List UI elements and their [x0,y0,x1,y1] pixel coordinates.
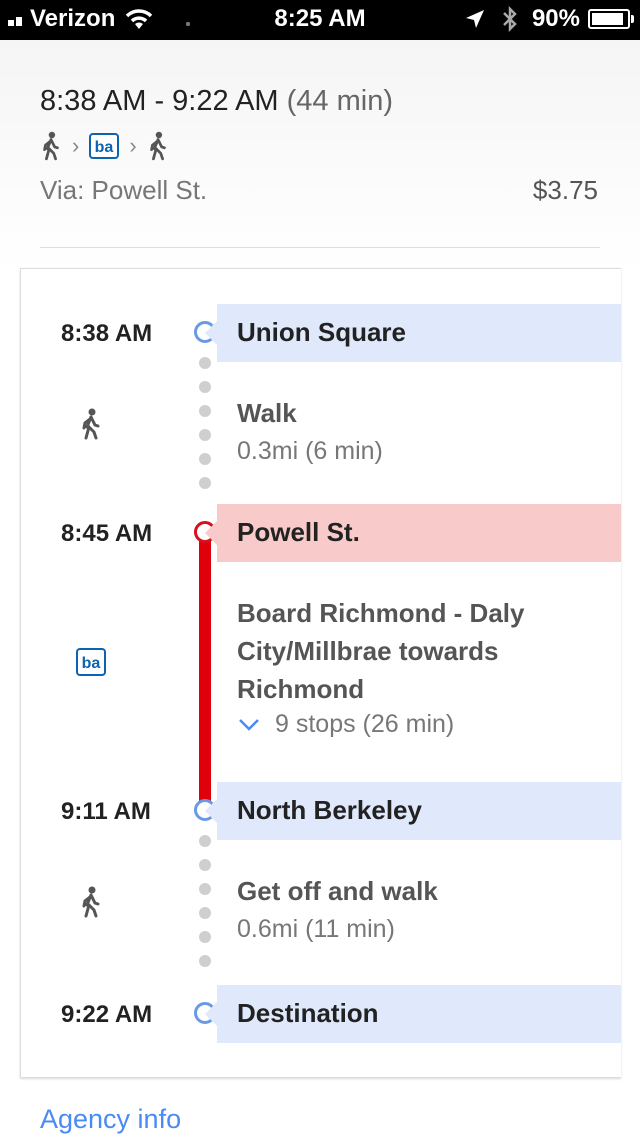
stop-name: North Berkeley [237,795,422,825]
stop-name: Destination [237,998,379,1028]
route-summary: 8:38 AM - 9:22 AM (44 min) › ba › Via: P… [0,40,640,270]
bart-icon: ba [76,648,106,676]
walk-icon [149,131,166,161]
svg-text:ba: ba [82,655,101,672]
chevron-right-icon: › [72,133,80,158]
walk-path-dot [199,859,211,871]
stop-destination[interactable]: Destination [205,985,621,1043]
walk-path-dot [199,477,211,489]
stop-time: 9:11 AM [61,798,151,825]
step-title-line: Board Richmond - Daly [237,598,525,628]
via-station: Via: Powell St. [40,175,208,205]
stop-name: Powell St. [237,517,360,547]
chevron-down-icon [239,718,259,731]
transit-line [199,531,211,806]
step-detail: 0.3mi (6 min) [237,437,383,465]
transit-modes: › ba › [40,128,169,164]
step-detail: 0.6mi (11 min) [237,915,395,943]
walk-path-dot [199,357,211,369]
stop-name: Union Square [237,317,407,347]
walk-path-dot [199,931,211,943]
step-title: Get off and walk [237,876,438,906]
expand-stops-button[interactable]: 9 stops (26 min) [237,710,454,739]
bart-icon: ba [89,133,120,159]
step-title-line: Richmond [237,674,365,704]
bluetooth-icon [503,6,517,32]
walk-path-dot [199,429,211,441]
chevron-right-icon: › [129,133,137,158]
svg-text:ba: ba [95,139,114,156]
walk-path-dot [199,453,211,465]
walk-path-dot [199,835,211,847]
stop-powell-st[interactable]: Powell St. [205,504,621,562]
walk-path-dot [199,405,211,417]
walk-path-dot [199,907,211,919]
walk-icon [82,886,100,918]
divider [40,247,600,248]
time-range: 8:38 AM - 9:22 AM [40,85,279,117]
fare-price: $3.75 [532,175,598,205]
agency-info-link[interactable]: Agency info [40,1104,181,1135]
step-title-line: City/Millbrae towards [237,636,499,666]
location-arrow-icon [465,10,484,28]
directions-card: 8:38 AM Union Square Walk 0.3mi (6 min) … [20,268,621,1078]
walk-icon [43,131,59,161]
stop-north-berkeley[interactable]: North Berkeley [205,782,621,840]
battery-percent: 90% [531,5,580,32]
stop-time: 9:22 AM [61,1001,153,1028]
stop-union-square[interactable]: Union Square [205,304,621,362]
status-bar: Verizon 8:25 AM 90% [0,0,640,40]
trip-duration: (44 min) [286,85,393,117]
stop-time: 8:38 AM [61,320,153,347]
step-title: Board Richmond - Daly City/Millbrae towa… [237,594,524,708]
stop-time: 8:45 AM [61,520,153,547]
walk-path-dot [199,883,211,895]
battery-icon [588,9,634,29]
step-title: Walk [237,398,297,428]
walk-path-dot [199,381,211,393]
walk-path-dot [199,955,211,967]
walk-icon [82,408,100,440]
stops-count: 9 stops (26 min) [275,710,455,738]
route-times: 8:38 AM - 9:22 AM (44 min) [40,85,393,118]
